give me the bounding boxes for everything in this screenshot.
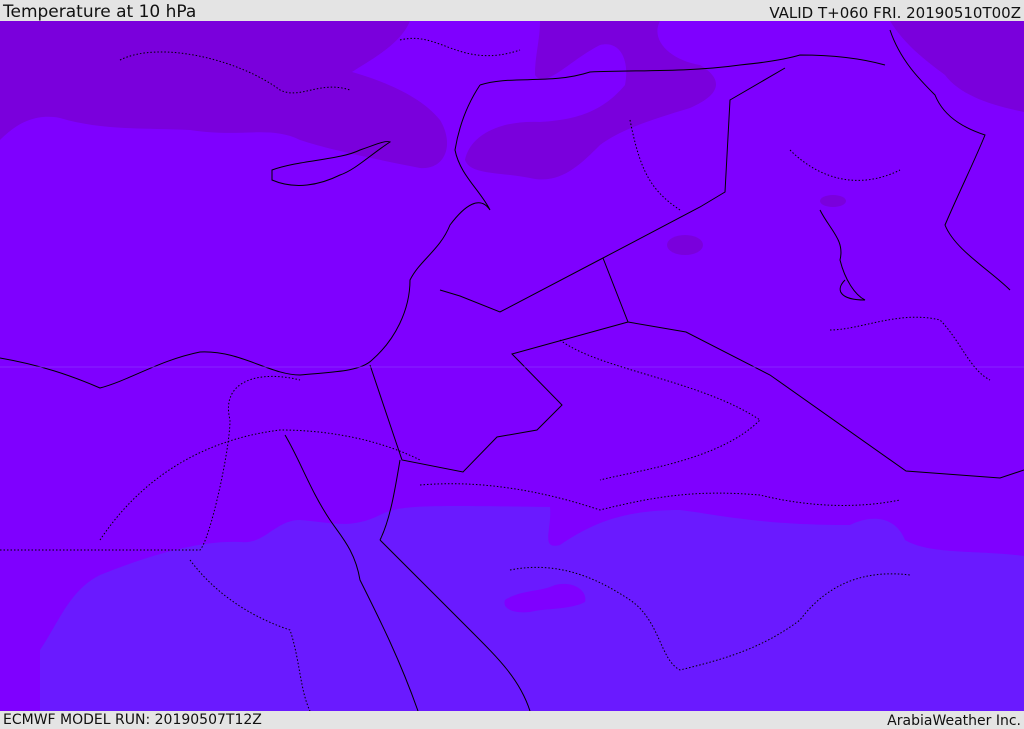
valid-time: VALID T+060 FRI. 20190510T00Z (769, 4, 1021, 22)
map-title: Temperature at 10 hPa (3, 2, 197, 22)
brand-credit: ArabiaWeather Inc. (887, 713, 1021, 729)
warm-patch (820, 195, 846, 207)
model-run: ECMWF MODEL RUN: 20190507T12Z (3, 712, 262, 728)
header-bar: Temperature at 10 hPa VALID T+060 FRI. 2… (0, 0, 1024, 21)
temperature-map (0, 21, 1024, 711)
warm-patch (667, 235, 703, 255)
footer-bar: ECMWF MODEL RUN: 20190507T12Z ArabiaWeat… (0, 711, 1024, 729)
